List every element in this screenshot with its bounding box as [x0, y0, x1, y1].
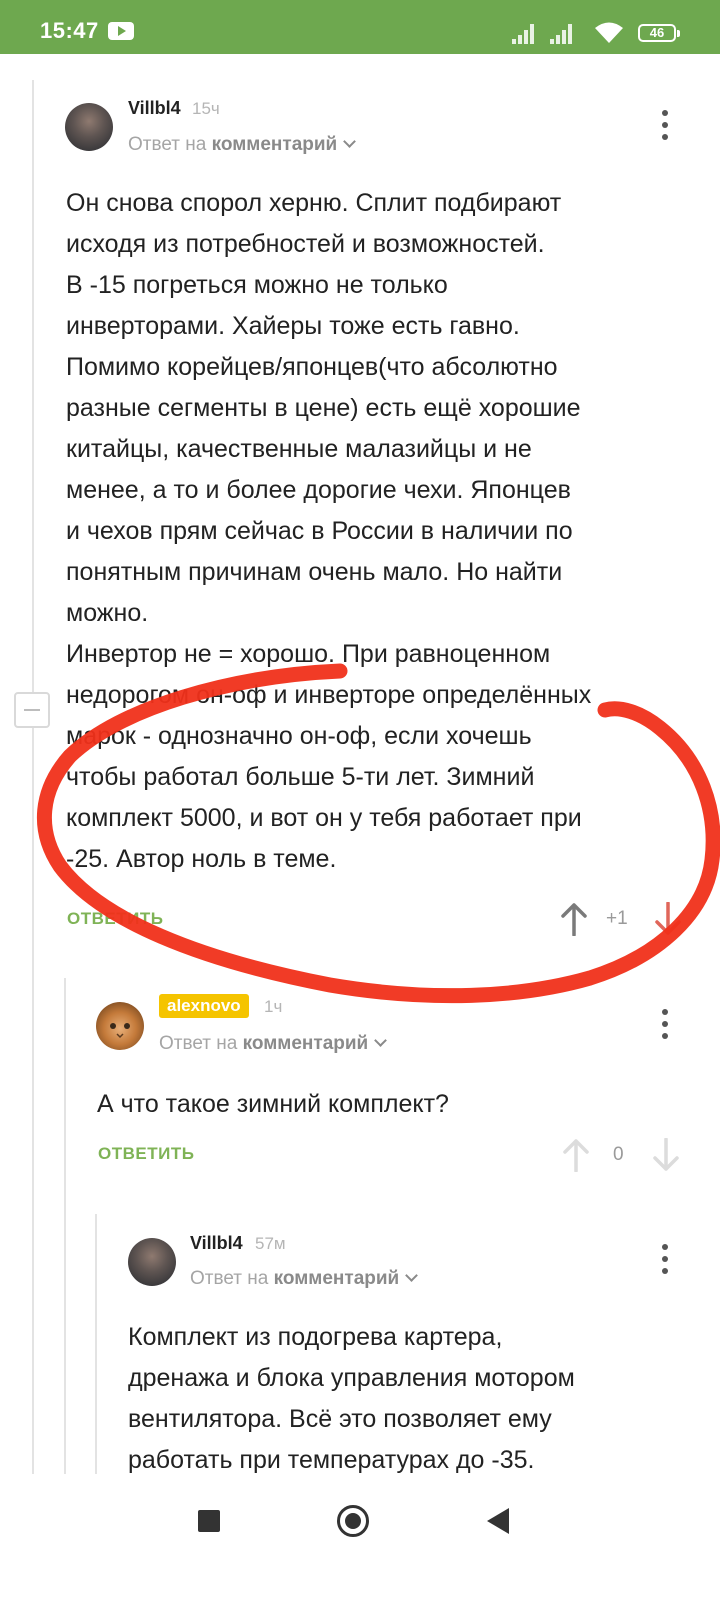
youtube-icon — [108, 22, 134, 40]
upvote-arrow-icon[interactable] — [560, 902, 588, 936]
more-options-icon[interactable] — [660, 1244, 670, 1276]
collapse-thread-icon[interactable] — [14, 692, 50, 728]
avatar[interactable] — [128, 1238, 176, 1286]
reply-to[interactable]: Ответ на комментарий — [159, 1033, 388, 1055]
thread-line — [64, 978, 66, 1474]
reply-to-link[interactable]: комментарий — [212, 134, 338, 155]
reply-to-prefix: Ответ на — [128, 134, 207, 155]
comment-text: А что такое зимний комплект? — [97, 1090, 449, 1118]
upvote-arrow-icon[interactable] — [562, 1138, 590, 1172]
vote-score: 0 — [613, 1144, 624, 1165]
reply-button[interactable]: ОТВЕТИТЬ — [67, 909, 163, 929]
reply-to-link[interactable]: комментарий — [243, 1033, 369, 1054]
wifi-icon — [595, 22, 623, 43]
status-time: 15:47 — [40, 18, 99, 43]
more-options-icon[interactable] — [660, 1009, 670, 1041]
signal-icon — [512, 22, 538, 44]
username[interactable]: Villbl4 — [190, 1233, 243, 1254]
more-options-icon[interactable] — [660, 110, 670, 142]
comment-text: Комплект из подогрева картера, дренажа и… — [128, 1323, 575, 1474]
vote-score: +1 — [606, 908, 628, 929]
username[interactable]: Villbl4 — [128, 98, 181, 119]
reply-to-prefix: Ответ на — [159, 1033, 238, 1054]
battery-icon: 46 — [638, 24, 680, 42]
reply-to[interactable]: Ответ на комментарий — [190, 1268, 419, 1290]
avatar[interactable] — [96, 1002, 144, 1050]
chevron-down-icon[interactable] — [343, 135, 357, 148]
chevron-down-icon[interactable] — [405, 1269, 419, 1282]
username[interactable]: alexnovo — [159, 994, 249, 1018]
comment-text: Он снова спорол херню. Сплит подбирают и… — [66, 189, 592, 873]
reply-to-prefix: Ответ на — [190, 1268, 269, 1289]
reply-to-link[interactable]: комментарий — [274, 1268, 400, 1289]
avatar[interactable] — [65, 103, 113, 151]
reply-button[interactable]: ОТВЕТИТЬ — [98, 1144, 194, 1164]
navigation-bar — [0, 1474, 720, 1600]
back-icon[interactable] — [487, 1508, 509, 1534]
downvote-arrow-icon[interactable] — [652, 1138, 680, 1172]
downvote-arrow-icon[interactable] — [654, 902, 682, 936]
chevron-down-icon[interactable] — [374, 1034, 388, 1047]
time-ago: 15ч — [192, 99, 220, 118]
recent-apps-icon[interactable] — [198, 1510, 220, 1532]
thread-line — [95, 1214, 97, 1474]
time-ago: 1ч — [264, 997, 283, 1016]
signal-icon — [550, 22, 576, 44]
reply-to[interactable]: Ответ на комментарий — [128, 134, 357, 156]
home-icon[interactable] — [337, 1505, 369, 1537]
time-ago: 57м — [255, 1234, 286, 1253]
thread-line — [32, 80, 34, 1474]
cat-avatar-icon — [110, 1023, 130, 1039]
status-bar: 15:47 46 — [0, 0, 720, 54]
